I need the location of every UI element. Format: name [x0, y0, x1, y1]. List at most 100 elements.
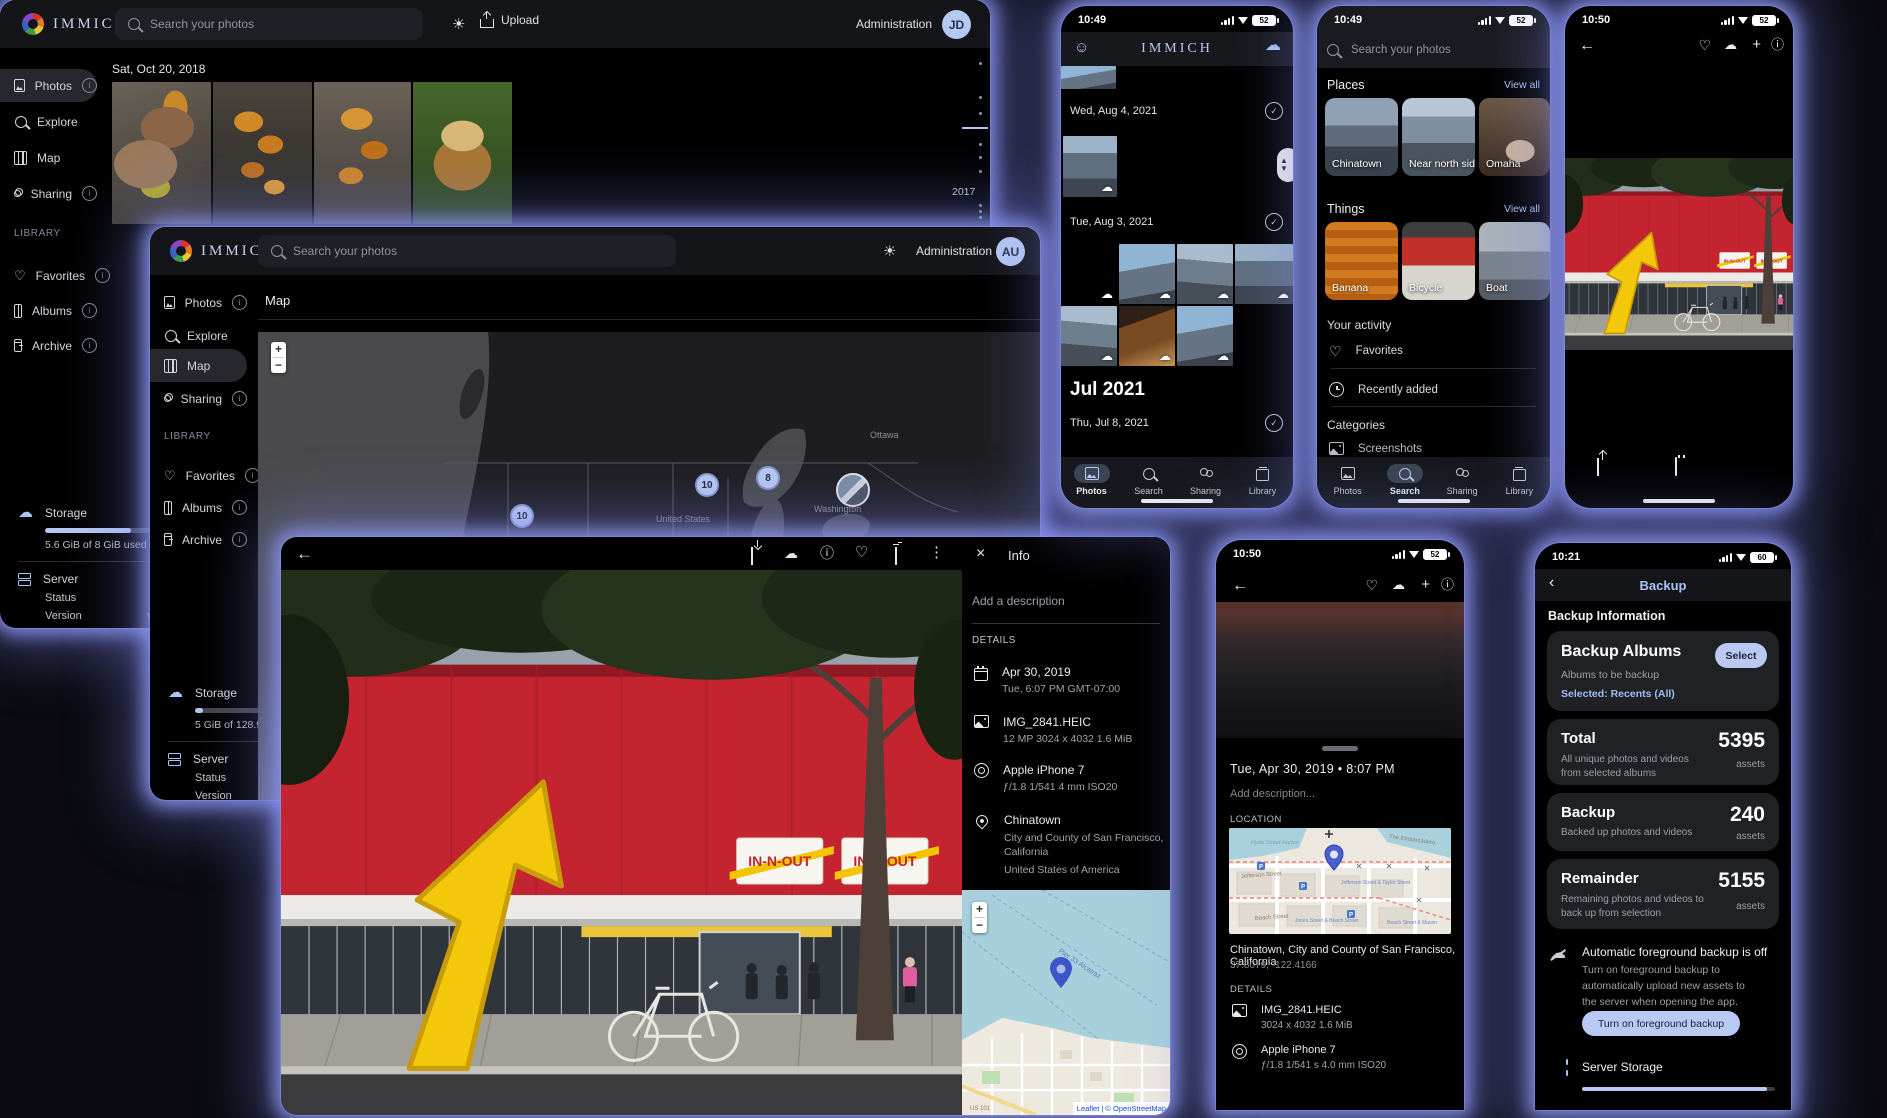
scrollbar-thumb[interactable]: ▲▼	[1277, 148, 1293, 182]
search-input[interactable]: Search your photos	[1327, 44, 1451, 56]
cloud-upload-icon[interactable]: ☁	[1392, 578, 1405, 591]
zoom-in-button[interactable]: +	[275, 342, 282, 357]
add-description-field[interactable]: Add a description	[972, 594, 1065, 608]
map-cluster-marker[interactable]: 10	[695, 473, 719, 497]
map-cluster-marker[interactable]: 10	[510, 504, 534, 528]
immich-home-link[interactable]: IMMICH	[22, 13, 129, 35]
sheet-drag-handle[interactable]	[1322, 746, 1358, 751]
cloud-icon[interactable]: ☁	[784, 546, 798, 560]
location-minimap[interactable]: Pier 33 Alcatraz US 101	[962, 890, 1170, 1115]
thing-card[interactable]: Boat	[1479, 222, 1550, 300]
search-input[interactable]: Search your photos	[115, 8, 423, 40]
sidebar-item-albums[interactable]: Albums	[0, 294, 97, 327]
map-cluster-marker[interactable]: 8	[756, 466, 780, 490]
info-icon[interactable]: ⓘ	[820, 546, 834, 560]
close-icon[interactable]: ×	[976, 546, 985, 562]
tab-library[interactable]: Library	[1491, 464, 1548, 496]
select-group-checkbox[interactable]	[1265, 414, 1283, 432]
sidebar-item-sharing[interactable]: Sharing	[0, 177, 97, 210]
map-photo-marker[interactable]	[836, 473, 870, 507]
turn-on-foreground-backup-button[interactable]: Turn on foreground backup	[1582, 1011, 1740, 1036]
thing-card[interactable]: Banana	[1325, 222, 1398, 300]
back-icon[interactable]: ←	[1232, 578, 1248, 594]
photo-thumbnail[interactable]	[213, 82, 312, 224]
sidebar-item-explore[interactable]: Explore	[150, 319, 247, 352]
search-input[interactable]: Search your photos	[258, 235, 676, 267]
minimap-zoom-controls[interactable]: + −	[972, 902, 987, 933]
info-icon[interactable]: ⓘ	[1441, 578, 1454, 591]
sidebar-item-explore[interactable]: Explore	[0, 105, 97, 138]
map-zoom-controls[interactable]: + −	[271, 342, 286, 373]
select-button[interactable]: Select	[1715, 643, 1767, 668]
calendar-icon[interactable]	[1675, 457, 1677, 476]
upload-button[interactable]: Upload	[480, 12, 539, 28]
photo-dimmed[interactable]	[1216, 602, 1464, 738]
info-icon[interactable]: ⓘ	[1771, 38, 1784, 51]
select-group-checkbox[interactable]	[1265, 213, 1283, 231]
administration-link[interactable]: Administration	[916, 244, 992, 258]
theme-toggle-icon[interactable]: ☀	[452, 15, 465, 33]
photo-thumbnail[interactable]	[1061, 244, 1117, 304]
photo-thumbnail[interactable]	[314, 82, 411, 224]
zoom-out-button[interactable]: −	[976, 918, 983, 933]
view-all-link[interactable]: View all	[1504, 79, 1540, 91]
sidebar-item-favorites[interactable]: ♡ Favorites	[150, 459, 247, 492]
activity-row-favorites[interactable]: ♡ Favorites	[1329, 344, 1403, 358]
sidebar-item-archive[interactable]: Archive	[0, 329, 97, 362]
zoom-out-button[interactable]: −	[275, 358, 282, 373]
photo-main[interactable]	[281, 570, 962, 1115]
heart-icon[interactable]: ♡	[1698, 38, 1711, 52]
photo-main[interactable]	[1565, 158, 1793, 350]
place-card[interactable]: Chinatown	[1325, 98, 1398, 176]
add-icon[interactable]: +	[1752, 37, 1761, 52]
back-icon[interactable]: ←	[296, 545, 313, 562]
tab-photos[interactable]: Photos	[1319, 464, 1376, 496]
tab-search[interactable]: Search	[1120, 464, 1177, 496]
tab-photos[interactable]: Photos	[1063, 464, 1120, 496]
photo-thumbnail[interactable]	[1119, 244, 1175, 304]
user-avatar[interactable]: AU	[996, 237, 1025, 266]
user-avatar[interactable]: JD	[942, 10, 971, 39]
photo-thumbnail[interactable]	[1063, 136, 1117, 197]
photo-thumbnail[interactable]	[1177, 306, 1233, 366]
administration-link[interactable]: Administration	[856, 17, 932, 31]
sidebar-item-photos[interactable]: Photos	[0, 69, 97, 102]
select-group-checkbox[interactable]	[1265, 102, 1283, 120]
tab-sharing[interactable]: Sharing	[1434, 464, 1491, 496]
sidebar-item-sharing[interactable]: Sharing	[150, 382, 247, 415]
add-icon[interactable]: +	[1421, 577, 1430, 592]
cloud-upload-icon[interactable]: ☁	[1724, 38, 1737, 51]
photo-thumbnail[interactable]	[1177, 244, 1233, 304]
photo-thumbnail[interactable]	[1235, 244, 1293, 304]
photo-thumbnail[interactable]	[1061, 306, 1117, 366]
kebab-menu-icon[interactable]: ⋮	[929, 545, 944, 560]
activity-row-recent[interactable]: Recently added	[1329, 382, 1438, 397]
sidebar-item-archive[interactable]: Archive	[150, 523, 247, 556]
back-icon[interactable]: ←	[1579, 38, 1595, 54]
place-card[interactable]: Near north side	[1402, 98, 1475, 176]
download-icon[interactable]	[751, 547, 753, 565]
heart-icon[interactable]: ♡	[1365, 578, 1378, 592]
tab-library[interactable]: Library	[1234, 464, 1291, 496]
photo-thumbnail[interactable]	[112, 82, 211, 224]
category-row-screenshots[interactable]: Screenshots	[1329, 442, 1422, 455]
location-map[interactable]: Hyde Street Harbor Jefferson Street The …	[1229, 828, 1451, 934]
map-attribution[interactable]: Leaflet | © OpenStreetMap	[1073, 1102, 1170, 1115]
photo-thumbnail[interactable]	[1061, 66, 1116, 89]
sidebar-item-favorites[interactable]: ♡ Favorites	[0, 259, 97, 292]
tab-sharing[interactable]: Sharing	[1177, 464, 1234, 496]
detail-row-location[interactable]: Chinatown City and County of San Francis…	[974, 813, 1163, 876]
share-icon[interactable]	[1597, 458, 1599, 476]
scrubber-handle[interactable]	[962, 127, 988, 129]
tab-search[interactable]: Search	[1376, 464, 1433, 496]
add-description-field[interactable]: Add description...	[1230, 788, 1315, 800]
thing-card[interactable]: Bicycle	[1402, 222, 1475, 300]
sidebar-item-map[interactable]: Map	[150, 349, 247, 382]
heart-icon[interactable]: ♡	[855, 545, 868, 560]
theme-toggle-icon[interactable]: ☀	[883, 242, 896, 260]
photo-thumbnail[interactable]	[413, 82, 512, 224]
sidebar-item-albums[interactable]: Albums	[150, 491, 247, 524]
sidebar-item-map[interactable]: Map	[0, 141, 97, 174]
view-all-link[interactable]: View all	[1504, 203, 1540, 215]
zoom-in-button[interactable]: +	[976, 902, 983, 917]
